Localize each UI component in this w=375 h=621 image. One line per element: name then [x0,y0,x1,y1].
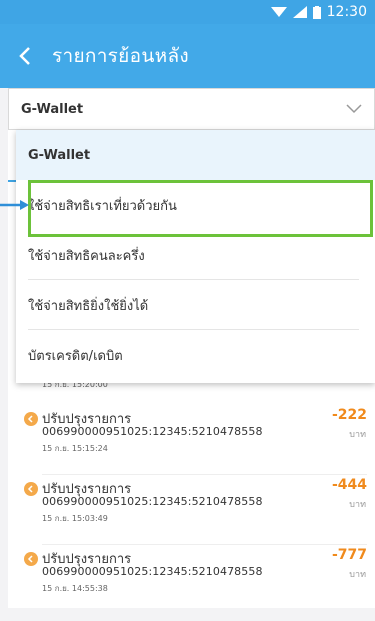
chevron-down-icon [346,104,362,114]
transaction-unit: บาท [349,430,366,440]
wifi-icon [270,7,287,17]
dropdown-item[interactable]: ใช้จ่ายสิทธิคนละครึ่ง [16,230,375,280]
status-time: 12:30 [326,4,367,20]
transaction-row[interactable]: ปรับปรุงรายการ 006990000951025:12345:521… [8,475,375,545]
wallet-dropdown-menu: G-Wallet ใช้จ่ายสิทธิเราเที่ยวด้วยกัน ใช… [16,130,375,383]
dropdown-item-label: บัตรเครดิต/เดบิต [28,348,123,364]
transaction-time: 15 ก.ย. 14:55:38 [42,584,108,593]
partial-row-time: 15 ก.ย. 15:20:00 [42,383,108,389]
arrow-left-circle-icon [24,482,38,496]
arrow-left-circle-icon [24,412,38,426]
dropdown-item[interactable]: G-Wallet [16,130,375,180]
transaction-amount: -222 [331,407,367,423]
transaction-row[interactable]: ปรับปรุงรายการ 006990000951025:12345:521… [8,545,375,615]
transaction-unit: บาท [349,570,366,580]
transaction-unit: บาท [349,500,366,510]
transaction-time: 15 ก.ย. 15:15:24 [42,444,108,453]
transaction-amount: -777 [331,547,367,563]
arrow-right-icon [0,200,29,210]
chevron-left-icon [19,47,30,65]
battery-icon [312,5,321,19]
dropdown-item[interactable]: ใช้จ่ายสิทธิยิ่งใช้ยิ่งได้ [16,280,375,330]
dropdown-item[interactable]: บัตรเครดิต/เดบิต [16,330,375,380]
status-bar: 12:30 [0,0,375,24]
back-button[interactable] [0,24,50,88]
arrow-left-circle-icon [24,552,38,566]
transaction-ref: 006990000951025:12345:5210478558 [42,425,263,438]
transaction-amount: -444 [331,477,367,493]
app-bar: รายการย้อนหลัง [0,24,375,88]
dropdown-item-label: G-Wallet [28,147,91,163]
transaction-row[interactable]: ปรับปรุงรายการ 006990000951025:12345:521… [8,405,375,475]
dropdown-item-label: ใช้จ่ายสิทธิคนละครึ่ง [28,248,145,264]
highlight-annotation [28,180,373,237]
transaction-ref: 006990000951025:12345:5210478558 [42,565,263,578]
wallet-select[interactable]: G-Wallet [8,88,375,130]
select-value: G-Wallet [21,101,84,117]
signal-icon [292,6,307,18]
transaction-time: 15 ก.ย. 15:03:49 [42,514,108,523]
transaction-ref: 006990000951025:12345:5210478558 [42,495,263,508]
dropdown-item-label: ใช้จ่ายสิทธิยิ่งใช้ยิ่งได้ [28,298,149,314]
page-title: รายการย้อนหลัง [52,45,189,67]
